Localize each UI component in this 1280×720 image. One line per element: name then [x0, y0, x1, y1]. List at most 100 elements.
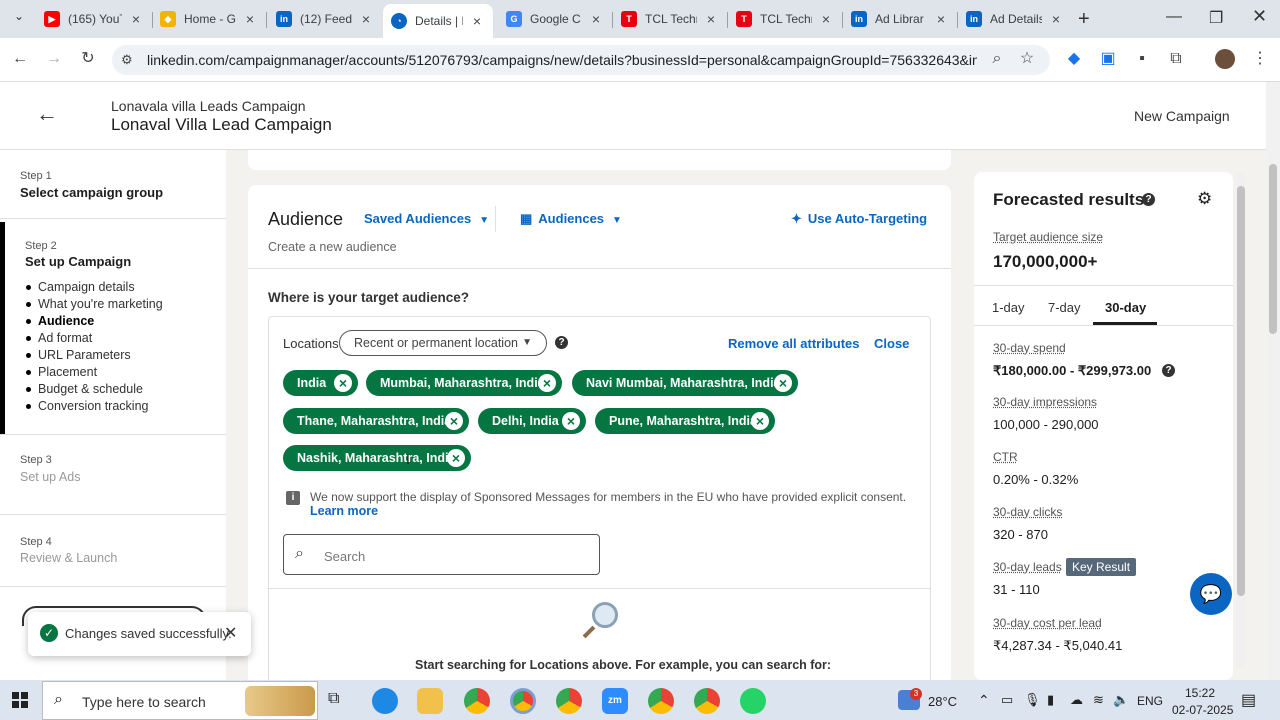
chat-icon[interactable]: 💬 — [1190, 573, 1232, 615]
task-view-icon[interactable]: ⧉ — [328, 690, 339, 708]
panel-scrollbar[interactable] — [1237, 172, 1245, 668]
browser-tab[interactable]: T TCL Techn × — [613, 4, 727, 34]
close-tab-icon[interactable]: × — [358, 11, 374, 27]
browser-tab[interactable]: G Google C × — [498, 4, 612, 34]
learn-more-link[interactable]: Learn more — [310, 504, 378, 518]
help-icon[interactable]: ? — [555, 336, 568, 349]
substep-ad-format[interactable]: Ad format — [38, 331, 92, 345]
extension-icon[interactable]: ▣ — [1096, 47, 1120, 71]
close-tab-icon[interactable]: × — [933, 11, 949, 27]
forward-arrow-icon[interactable]: → — [42, 47, 66, 71]
substep-placement[interactable]: Placement — [38, 365, 97, 379]
close-tab-icon[interactable]: × — [703, 11, 719, 27]
gear-icon[interactable]: ⚙ — [1197, 189, 1212, 209]
back-arrow-icon[interactable]: ← — [8, 47, 32, 71]
new-tab-icon[interactable]: + — [1078, 8, 1090, 31]
close-tab-icon[interactable]: × — [1048, 11, 1064, 27]
back-arrow-icon[interactable]: ← — [36, 101, 58, 127]
campaign-name[interactable]: Lonaval Villa Lead Campaign — [111, 115, 332, 135]
browser-tab[interactable]: in Ad Details × — [958, 4, 1072, 34]
substep-audience[interactable]: Audience — [38, 314, 94, 328]
close-tab-icon[interactable]: × — [242, 11, 258, 27]
substep-campaign-details[interactable]: Campaign details — [38, 280, 135, 294]
page-scrollbar[interactable] — [1266, 82, 1280, 680]
clock-date[interactable]: 02-07-2025 — [1172, 703, 1233, 717]
tab-30-day[interactable]: 30-day — [1105, 300, 1146, 315]
step-1-title[interactable]: Select campaign group — [20, 185, 163, 200]
remove-tag-icon[interactable]: × — [774, 374, 792, 392]
edge-browser-icon[interactable] — [372, 688, 398, 714]
substep-conversion-tracking[interactable]: Conversion tracking — [38, 399, 148, 413]
browser-tab[interactable]: in (12) Feed × — [268, 4, 382, 34]
use-auto-targeting-button[interactable]: ✦ Use Auto-Targeting — [791, 211, 927, 227]
chrome-icon[interactable] — [464, 688, 490, 714]
browser-tab[interactable]: in Ad Librar × — [843, 4, 957, 34]
battery-icon[interactable]: ▮ — [1047, 692, 1054, 708]
metric-value: 100,000 - 290,000 — [993, 417, 1099, 432]
browser-tab[interactable]: ▶ (165) YouT × — [36, 4, 152, 34]
file-explorer-icon[interactable] — [417, 688, 443, 714]
tab-1-day[interactable]: 1-day — [992, 300, 1025, 315]
more-menu-icon[interactable]: ⋮ — [1248, 47, 1272, 71]
step-2-title[interactable]: Set up Campaign — [25, 254, 131, 269]
browser-tab[interactable]: T TCL Techn × — [728, 4, 842, 34]
microphone-icon[interactable]: 🎙 — [1024, 692, 1041, 708]
audiences-dropdown[interactable]: ▦ Audiences ▼ — [520, 211, 622, 227]
zoom-app-icon[interactable]: zm — [602, 688, 628, 714]
close-tab-icon[interactable]: × — [128, 11, 144, 27]
remove-tag-icon[interactable]: × — [447, 449, 465, 467]
notifications-icon[interactable]: ▤ — [1241, 690, 1256, 710]
close-button[interactable]: Close — [874, 336, 909, 351]
site-info-icon[interactable]: ⚙ — [121, 52, 133, 68]
saved-audiences-dropdown[interactable]: Saved Audiences ▼ — [364, 211, 489, 226]
network-icon[interactable]: ☁ — [1070, 692, 1083, 708]
language-indicator[interactable]: ENG — [1137, 694, 1163, 708]
volume-icon[interactable]: 🔈 — [1113, 692, 1129, 708]
remove-tag-icon[interactable]: × — [751, 412, 769, 430]
substep-what-marketing[interactable]: What you're marketing — [38, 297, 163, 311]
remove-all-attributes-button[interactable]: Remove all attributes — [728, 336, 860, 351]
remove-tag-icon[interactable]: × — [445, 412, 463, 430]
chrome-icon[interactable] — [694, 688, 720, 714]
remove-tag-icon[interactable]: × — [334, 374, 352, 392]
location-type-dropdown[interactable]: Recent or permanent location ▼ — [339, 330, 547, 356]
profile-avatar[interactable] — [1215, 49, 1235, 69]
chrome-icon[interactable] — [648, 688, 674, 714]
extension-icon[interactable]: ◆ — [1062, 47, 1086, 71]
browser-tab[interactable]: ◆ Home - G × — [152, 4, 266, 34]
chrome-icon[interactable] — [556, 688, 582, 714]
close-tab-icon[interactable]: × — [469, 13, 485, 29]
extensions-puzzle-icon[interactable]: ⧉ — [1164, 47, 1188, 71]
windows-start-icon[interactable] — [12, 692, 28, 708]
metric-value: 320 - 870 — [993, 527, 1048, 542]
extension-icon[interactable]: ▪ — [1130, 47, 1154, 71]
help-icon[interactable]: ? — [1162, 364, 1175, 377]
substep-url-parameters[interactable]: URL Parameters — [38, 348, 131, 362]
zoom-icon[interactable]: ⌕ — [985, 47, 1009, 71]
temperature[interactable]: 28°C — [928, 694, 957, 709]
close-toast-icon[interactable]: ✕ — [224, 623, 237, 643]
remove-tag-icon[interactable]: × — [562, 412, 580, 430]
substep-budget-schedule[interactable]: Budget & schedule — [38, 382, 143, 396]
bookmark-star-icon[interactable]: ☆ — [1015, 47, 1039, 71]
clock-time[interactable]: 15:22 — [1185, 686, 1215, 700]
chrome-icon[interactable] — [510, 688, 536, 714]
remove-tag-icon[interactable]: × — [538, 374, 556, 392]
wifi-icon[interactable]: ≋ — [1093, 692, 1104, 708]
metric-value: ₹180,000.00 - ₹299,973.00 — [993, 363, 1152, 378]
maximize-icon[interactable]: ❐ — [1209, 8, 1223, 28]
url-text[interactable]: linkedin.com/campaignmanager/accounts/51… — [147, 52, 977, 68]
close-tab-icon[interactable]: × — [818, 11, 834, 27]
tab-7-day[interactable]: 7-day — [1048, 300, 1081, 315]
meet-now-icon[interactable]: ▭ — [1001, 692, 1013, 708]
minimize-icon[interactable]: — — [1166, 8, 1182, 26]
tab-search-icon[interactable]: ⌄ — [8, 9, 30, 29]
close-tab-icon[interactable]: × — [588, 11, 604, 27]
help-icon[interactable]: ? — [1142, 193, 1155, 206]
reload-icon[interactable]: ↻ — [76, 47, 100, 71]
new-campaign-label: New Campaign — [1134, 108, 1230, 124]
whatsapp-icon[interactable] — [740, 688, 766, 714]
chevron-up-icon[interactable]: ⌃ — [978, 692, 990, 709]
browser-tab-active[interactable]: ◔ Details | L × — [383, 4, 493, 38]
close-window-icon[interactable]: ✕ — [1252, 6, 1267, 27]
